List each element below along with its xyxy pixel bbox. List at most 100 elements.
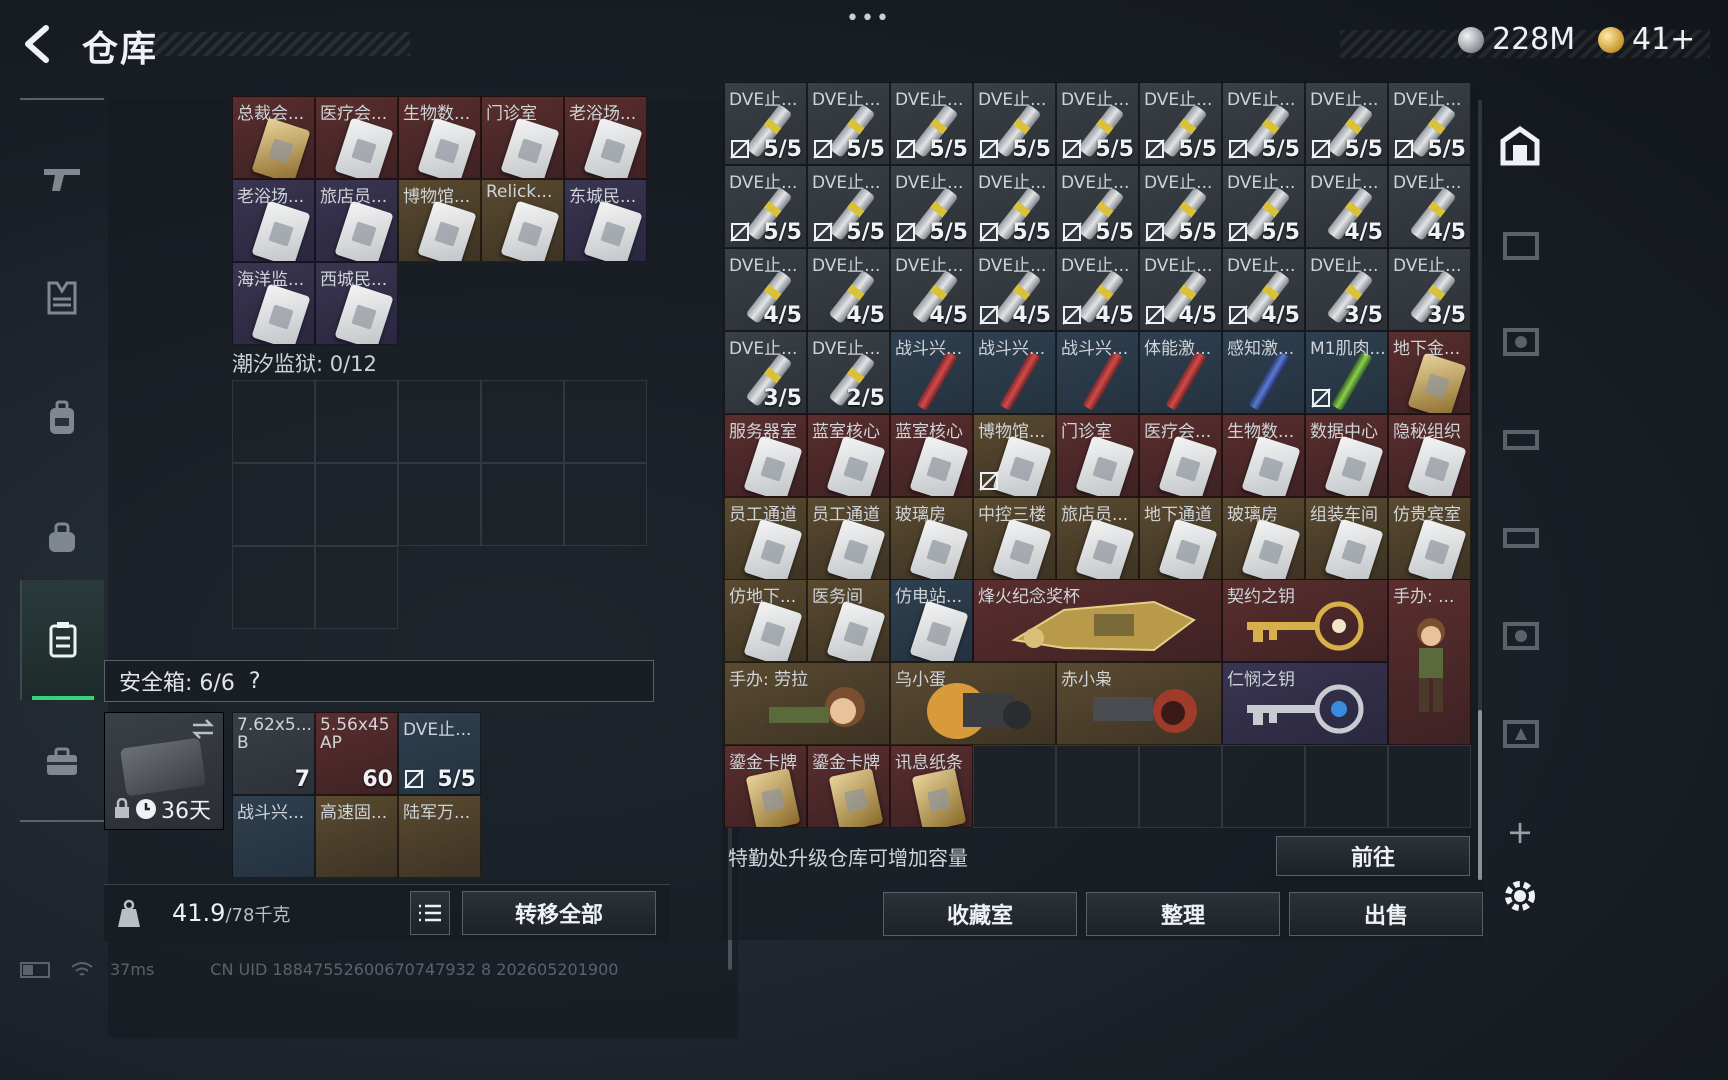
nav-storage[interactable]	[20, 580, 104, 700]
tab-expansion-3b[interactable]	[1494, 506, 1546, 566]
inventory-item[interactable]: DVE止... 5/5	[1388, 82, 1471, 165]
nav-weapon[interactable]	[20, 118, 104, 238]
figure-lara-item[interactable]: 手办: 劳拉	[724, 662, 890, 745]
inventory-item[interactable]: 玻璃房	[890, 497, 973, 580]
goto-button[interactable]: 前往	[1276, 836, 1470, 876]
empty-slot[interactable]	[1139, 745, 1222, 828]
inventory-item[interactable]: 生物数...	[1222, 414, 1305, 497]
inventory-item[interactable]: 战斗兴...	[232, 795, 315, 878]
empty-slot[interactable]	[232, 380, 315, 463]
inventory-item[interactable]: 门诊室	[481, 96, 564, 179]
inventory-item[interactable]: 地下金...	[1388, 331, 1471, 414]
inventory-item[interactable]: DVE止... 4/5	[724, 248, 807, 331]
empty-slot[interactable]	[315, 546, 398, 629]
inventory-item[interactable]: 中控三楼	[973, 497, 1056, 580]
inventory-item[interactable]: DVE止... 2/5	[807, 331, 890, 414]
empty-slot[interactable]	[481, 380, 564, 463]
tab-expansion-4[interactable]	[1494, 214, 1546, 274]
inventory-item[interactable]: 医疗会...	[1139, 414, 1222, 497]
tab-expansion-3[interactable]	[1494, 408, 1546, 468]
tab-expansion-3c[interactable]	[1494, 702, 1546, 762]
inventory-item[interactable]: 5.56x45 AP 60	[315, 712, 398, 795]
empty-slot[interactable]	[973, 745, 1056, 828]
inventory-item[interactable]: DVE止... 4/5	[890, 248, 973, 331]
inventory-item[interactable]: 组装车间	[1305, 497, 1388, 580]
inventory-item[interactable]: 仿地下...	[724, 579, 807, 662]
inventory-item[interactable]: 讯息纸条	[890, 745, 973, 828]
empty-slot[interactable]	[232, 463, 315, 546]
inventory-item[interactable]: 仿电站...	[890, 579, 973, 662]
transfer-all-button[interactable]: 转移全部	[462, 891, 656, 935]
inventory-item[interactable]: 海洋监...	[232, 262, 315, 345]
inventory-item[interactable]: 地下通道	[1139, 497, 1222, 580]
inventory-item[interactable]: M1肌肉...	[1305, 331, 1388, 414]
nav-armor[interactable]	[20, 238, 104, 358]
owl-item[interactable]: 赤小枭	[1056, 662, 1222, 745]
inventory-item[interactable]: 蓝室核心	[890, 414, 973, 497]
collection-room-button[interactable]: 收藏室	[883, 892, 1077, 936]
egg-item[interactable]: 乌小蛋	[890, 662, 1056, 745]
inventory-item[interactable]: 感知激...	[1222, 331, 1305, 414]
figure-item[interactable]: 手办: ...	[1388, 579, 1471, 745]
empty-slot[interactable]	[1305, 745, 1388, 828]
inventory-item[interactable]: 战斗兴...	[890, 331, 973, 414]
empty-slot[interactable]	[315, 380, 398, 463]
inventory-item[interactable]: 战斗兴...	[973, 331, 1056, 414]
inventory-item[interactable]: 数据中心	[1305, 414, 1388, 497]
empty-slot[interactable]	[315, 463, 398, 546]
sort-button[interactable]: 整理	[1086, 892, 1280, 936]
inventory-item[interactable]: 服务器室	[724, 414, 807, 497]
inventory-item[interactable]: 员工通道	[807, 497, 890, 580]
inventory-item[interactable]: 生物数...	[398, 96, 481, 179]
inventory-item[interactable]: DVE止... 5/5	[1222, 82, 1305, 165]
inventory-item[interactable]: 老浴场...	[232, 179, 315, 262]
empty-slot[interactable]	[481, 463, 564, 546]
inventory-item[interactable]: 蓝室核心	[807, 414, 890, 497]
inventory-item[interactable]: 老浴场...	[564, 96, 647, 179]
right-scroll-thumb[interactable]	[1478, 710, 1482, 880]
empty-slot[interactable]	[398, 463, 481, 546]
empty-slot[interactable]	[398, 380, 481, 463]
back-button[interactable]	[18, 22, 62, 66]
inventory-item[interactable]: 员工通道	[724, 497, 807, 580]
inventory-item[interactable]: 旅店员...	[315, 179, 398, 262]
inventory-item[interactable]: 战斗兴...	[1056, 331, 1139, 414]
empty-slot[interactable]	[1388, 745, 1471, 828]
inventory-item[interactable]: 体能激...	[1139, 331, 1222, 414]
trophy-item[interactable]: 烽火纪念奖杯	[973, 579, 1222, 662]
inventory-item[interactable]: DVE止... 4/5	[1388, 165, 1471, 248]
settings-button[interactable]	[1494, 866, 1546, 926]
inventory-item[interactable]: 西城民...	[315, 262, 398, 345]
inventory-item[interactable]: DVE止... 4/5	[1139, 248, 1222, 331]
inventory-item[interactable]: 门诊室	[1056, 414, 1139, 497]
tab-expansion-4b[interactable]	[1494, 604, 1546, 664]
inventory-item[interactable]: 陆军万...	[398, 795, 481, 878]
tab-expansion-5[interactable]	[1494, 310, 1546, 370]
tab-main-warehouse[interactable]	[1494, 116, 1546, 176]
more-menu-icon[interactable]: •••	[846, 6, 891, 31]
inventory-item[interactable]: Relick...	[481, 179, 564, 262]
inventory-item[interactable]: 旅店员...	[1056, 497, 1139, 580]
sell-button[interactable]: 出售	[1289, 892, 1483, 936]
contract-key-item[interactable]: 契约之钥	[1222, 579, 1388, 662]
inventory-item[interactable]: DVE止... 5/5	[1305, 82, 1388, 165]
inventory-item[interactable]: DVE止... 5/5	[807, 165, 890, 248]
inventory-item[interactable]: 7.62x5... B 7	[232, 712, 315, 795]
inventory-item[interactable]: 医务间	[807, 579, 890, 662]
inventory-item[interactable]: DVE止... 3/5	[1388, 248, 1471, 331]
mercy-key-item[interactable]: 仁悯之钥	[1222, 662, 1388, 745]
inventory-item[interactable]: DVE止... 4/5	[973, 248, 1056, 331]
add-tab-icon[interactable]: +	[1494, 802, 1546, 862]
inventory-item[interactable]: 高速固...	[315, 795, 398, 878]
inventory-item[interactable]: 东城民...	[564, 179, 647, 262]
currency-gold[interactable]: 41+	[1598, 22, 1695, 57]
inventory-item[interactable]: DVE止... 5/5	[807, 82, 890, 165]
list-view-button[interactable]	[410, 891, 450, 935]
inventory-item[interactable]: 玻璃房	[1222, 497, 1305, 580]
empty-slot[interactable]	[564, 380, 647, 463]
inventory-item[interactable]: 隐秘组织	[1388, 414, 1471, 497]
inventory-item[interactable]: DVE止... 5/5	[1056, 82, 1139, 165]
swap-icon[interactable]	[191, 719, 215, 739]
inventory-item[interactable]: 总裁会...	[232, 96, 315, 179]
empty-slot[interactable]	[1056, 745, 1139, 828]
